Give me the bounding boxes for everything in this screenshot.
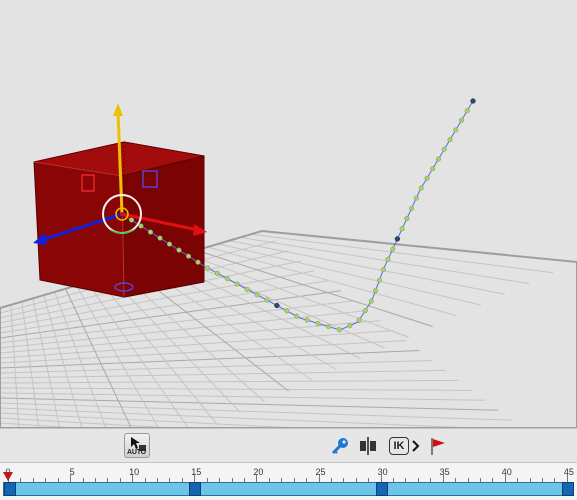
path-frame-point[interactable]	[347, 323, 353, 329]
timeline-label: 25	[315, 467, 326, 477]
timeline-label: 45	[563, 467, 574, 477]
flag-icon	[431, 438, 445, 455]
timeline-track[interactable]	[3, 482, 574, 496]
path-frame-point[interactable]	[418, 185, 424, 191]
timeline-label: 20	[253, 467, 264, 477]
path-frame-point[interactable]	[224, 276, 230, 282]
path-frame-point[interactable]	[157, 235, 163, 241]
path-frame-point[interactable]	[376, 277, 382, 283]
path-frame-point[interactable]	[244, 286, 250, 292]
mirror-pose-button[interactable]	[358, 436, 378, 456]
path-frame-point[interactable]	[368, 298, 374, 304]
path-frame-point[interactable]	[264, 297, 270, 303]
path-frame-point[interactable]	[294, 313, 300, 319]
path-frame-point[interactable]	[404, 215, 410, 222]
ik-chevron-button[interactable]	[410, 439, 422, 453]
path-frame-point[interactable]	[372, 288, 379, 294]
path-frame-point[interactable]	[128, 217, 135, 223]
path-frame-point[interactable]	[362, 308, 368, 314]
path-frame-point[interactable]	[409, 205, 415, 211]
path-frame-point[interactable]	[315, 320, 321, 326]
path-frame-point[interactable]	[399, 226, 405, 232]
path-frame-point[interactable]	[390, 246, 396, 252]
keyframe-marker[interactable]	[561, 482, 574, 496]
keyframe-marker[interactable]	[189, 482, 202, 496]
marker-flag-button[interactable]	[429, 436, 447, 456]
path-frame-point[interactable]	[195, 259, 201, 265]
path-frame-point[interactable]	[424, 175, 430, 181]
timeline-label: 40	[501, 467, 512, 477]
key-button[interactable]	[330, 436, 350, 456]
timeline[interactable]: 0 51015202530354045	[0, 463, 577, 500]
scene[interactable]	[0, 0, 577, 428]
path-frame-point[interactable]	[138, 223, 144, 229]
y-axis-arrow-icon[interactable]	[113, 103, 123, 116]
key-icon	[331, 438, 348, 455]
path-keyframe-point[interactable]	[274, 302, 280, 309]
chevron-right-icon	[412, 440, 420, 452]
path-keyframe-point[interactable]	[470, 98, 476, 104]
path-frame-point[interactable]	[234, 281, 240, 287]
path-frame-point[interactable]	[380, 267, 386, 273]
auto-key-button[interactable]: AUTO	[124, 433, 150, 458]
path-keyframe-point[interactable]	[394, 236, 401, 242]
timeline-label: 10	[129, 467, 140, 477]
ik-label: IK	[393, 440, 405, 452]
path-frame-point[interactable]	[304, 317, 310, 323]
auto-key-label: AUTO	[127, 449, 146, 456]
keyframe-marker[interactable]	[375, 482, 388, 496]
path-frame-point[interactable]	[413, 195, 419, 201]
path-frame-point[interactable]	[326, 324, 332, 330]
path-frame-point[interactable]	[205, 265, 211, 271]
timeline-label: 5	[69, 467, 75, 477]
3d-viewport[interactable]	[0, 0, 577, 428]
path-frame-point[interactable]	[430, 166, 436, 172]
playhead-icon[interactable]	[3, 472, 13, 482]
path-frame-point[interactable]	[435, 156, 442, 162]
path-frame-point[interactable]	[356, 317, 362, 323]
path-frame-point[interactable]	[185, 253, 192, 259]
path-frame-point[interactable]	[464, 108, 470, 114]
animation-toolbar: AUTO IK	[0, 428, 577, 463]
path-frame-point[interactable]	[284, 308, 290, 314]
path-frame-point[interactable]	[385, 256, 391, 262]
timeline-label: 15	[191, 467, 202, 477]
path-frame-point[interactable]	[336, 327, 343, 333]
path-frame-point[interactable]	[176, 247, 182, 253]
path-frame-point[interactable]	[214, 270, 221, 276]
path-frame-point[interactable]	[447, 137, 453, 143]
path-frame-point[interactable]	[147, 229, 154, 235]
keyframe-marker[interactable]	[4, 482, 16, 496]
path-frame-point[interactable]	[458, 117, 465, 123]
path-frame-point[interactable]	[441, 146, 447, 152]
timeline-label: 35	[439, 467, 450, 477]
path-frame-point[interactable]	[453, 127, 459, 133]
path-frame-point[interactable]	[254, 292, 260, 298]
path-frame-point[interactable]	[166, 241, 173, 247]
ik-button[interactable]: IK	[389, 437, 409, 455]
timeline-label: 30	[377, 467, 388, 477]
mirror-icon	[360, 437, 376, 455]
